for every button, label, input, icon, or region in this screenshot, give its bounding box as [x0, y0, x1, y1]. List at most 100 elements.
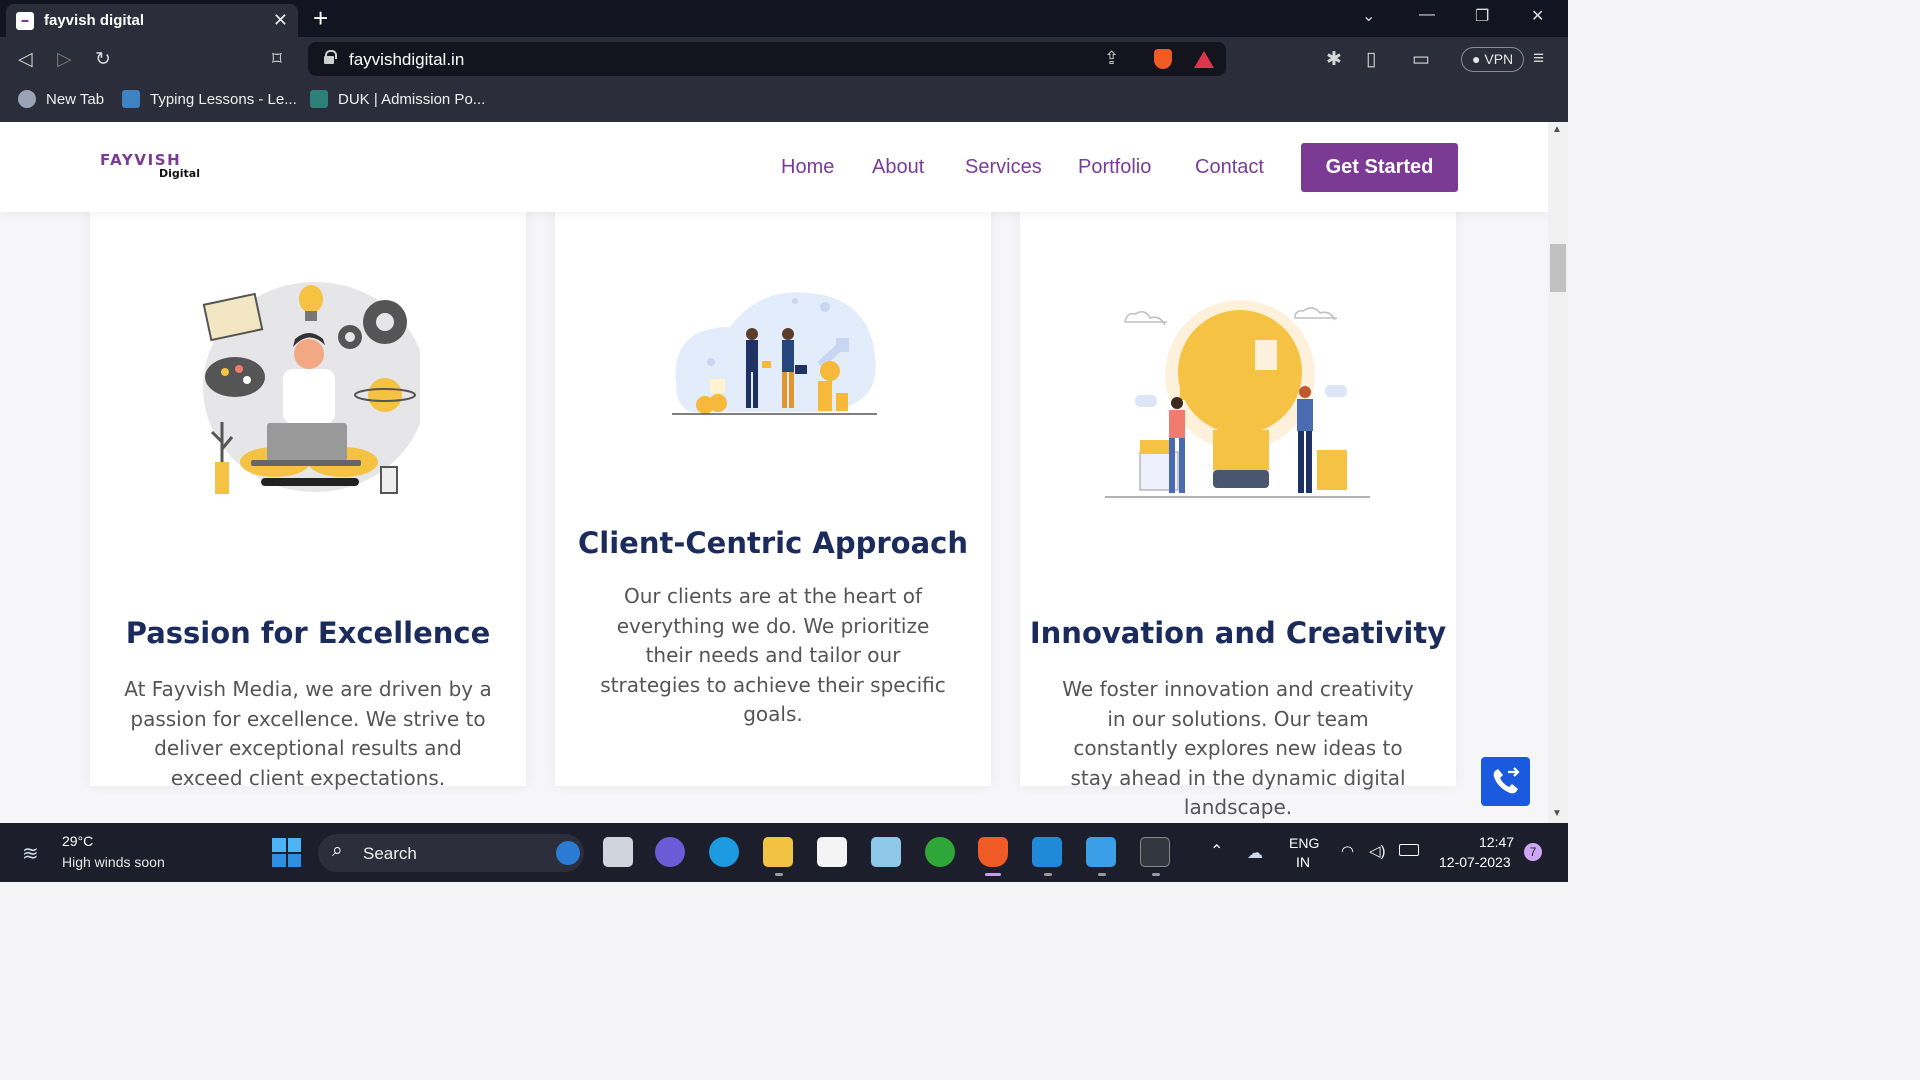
feature-card-passion: Passion for Excellence At Fayvish Media,… [90, 182, 526, 790]
bookmark-icon[interactable]: ⌑ [272, 48, 282, 71]
task-view-icon[interactable] [603, 837, 633, 867]
running-indicator [1098, 873, 1106, 876]
onedrive-icon[interactable]: ☁ [1247, 843, 1263, 863]
bing-icon[interactable] [556, 841, 580, 865]
page-scrollbar[interactable] [1548, 122, 1568, 823]
chevron-up-icon[interactable]: ⌃ [1210, 841, 1223, 861]
lock-icon [324, 50, 337, 64]
bookmark-label: DUK | Admission Po... [338, 90, 486, 108]
card-text: Our clients are at the heart of everythi… [600, 584, 946, 726]
brave-browser-icon[interactable] [978, 837, 1008, 867]
running-indicator [1044, 873, 1052, 876]
paint-app-icon[interactable] [1086, 837, 1116, 867]
nav-services[interactable]: Services [965, 156, 1042, 179]
brave-shield-icon[interactable] [1154, 49, 1172, 69]
xbox-icon[interactable] [925, 837, 955, 867]
battery-icon[interactable] [1399, 844, 1419, 856]
windows-taskbar: ≋ 29°C High winds soon ⌕ Search ⌃ ☁ ENG … [0, 823, 1568, 882]
nav-contact[interactable]: Contact [1195, 156, 1264, 179]
restore-button[interactable]: ❐ [1475, 6, 1489, 26]
notification-badge[interactable]: 7 [1524, 843, 1542, 861]
active-indicator [985, 873, 1001, 876]
clock-date[interactable]: 12-07-2023 [1439, 854, 1511, 870]
language-bottom[interactable]: IN [1296, 854, 1310, 870]
browser-tab[interactable]: ▬ fayvish digital ✕ [6, 4, 298, 37]
handshake-illustration [672, 292, 877, 415]
photos-icon[interactable] [871, 837, 901, 867]
phone-icon [1493, 767, 1520, 794]
language-top[interactable]: ENG [1289, 835, 1319, 851]
nav-portfolio[interactable]: Portfolio [1078, 156, 1151, 179]
tab-title: fayvish digital [44, 12, 145, 29]
tab-search-icon[interactable]: ⌄ [1362, 6, 1375, 26]
teams-chat-icon[interactable] [655, 837, 685, 867]
sidebar-icon[interactable]: ▯ [1366, 48, 1376, 71]
vpn-label: VPN [1484, 51, 1514, 67]
search-icon: ⌕ [332, 840, 343, 861]
card-text: We foster innovation and creativity in o… [1062, 677, 1414, 819]
bookmark-typing-lessons[interactable]: Typing Lessons - Le... [122, 90, 297, 108]
page-viewport: FAYVISH Digital Home About Services Port… [0, 122, 1548, 823]
address-bar[interactable]: fayvishdigital.in ⇪ [308, 42, 1226, 76]
wind-icon[interactable]: ≋ [22, 841, 39, 866]
forward-icon[interactable]: ▷ [57, 48, 72, 71]
brave-rewards-icon[interactable] [1194, 51, 1214, 68]
weather-temp[interactable]: 29°C [62, 833, 93, 849]
url-text: fayvishdigital.in [349, 50, 465, 69]
terminal-icon[interactable] [1140, 837, 1170, 867]
bookmark-label: Typing Lessons - Le... [150, 90, 297, 108]
close-icon[interactable]: ✕ [273, 10, 288, 31]
bookmark-label: New Tab [46, 90, 105, 108]
start-icon[interactable] [272, 838, 301, 867]
bookmarks-bar: New Tab Typing Lessons - Le... DUK | Adm… [0, 81, 1568, 122]
back-icon[interactable]: ◁ [18, 48, 33, 71]
call-button[interactable] [1481, 757, 1530, 806]
wifi-icon[interactable]: ◠ [1341, 842, 1354, 860]
reload-icon[interactable]: ↻ [95, 48, 111, 71]
scroll-down-icon[interactable]: ▼ [1552, 808, 1562, 819]
new-tab-button[interactable]: + [313, 4, 328, 32]
site-header: FAYVISH Digital Home About Services Port… [0, 122, 1548, 212]
running-indicator [1152, 873, 1160, 876]
weather-text[interactable]: High winds soon [62, 854, 165, 870]
scrollbar-thumb[interactable] [1550, 244, 1566, 292]
menu-icon[interactable]: ≡ [1533, 48, 1544, 70]
vscode-icon[interactable] [1032, 837, 1062, 867]
search-label: Search [363, 844, 417, 863]
wallet-icon[interactable]: ▭ [1412, 48, 1430, 71]
nav-about[interactable]: About [872, 156, 924, 179]
lightbulb-puzzle-illustration [1105, 300, 1370, 498]
browser-tab-bar: ▬ fayvish digital ✕ + ⌄ — ❐ ✕ [0, 0, 1568, 37]
bookmark-duk-admission[interactable]: DUK | Admission Po... [310, 90, 485, 108]
edge-icon[interactable] [709, 837, 739, 867]
clock-time[interactable]: 12:47 [1479, 834, 1514, 850]
close-window-button[interactable]: ✕ [1531, 6, 1544, 26]
share-icon[interactable]: ⇪ [1104, 48, 1119, 69]
vpn-button[interactable]: ● VPN [1461, 47, 1525, 72]
card-title: Client-Centric Approach [578, 526, 968, 560]
get-started-button[interactable]: Get Started [1301, 143, 1458, 192]
site-logo[interactable]: FAYVISH Digital [100, 151, 200, 180]
browser-toolbar: ◁ ▷ ↻ ⌑ fayvishdigital.in ⇪ ✱ ▯ ▭ ● VPN … [0, 37, 1568, 81]
globe-icon [18, 90, 36, 108]
feature-card-client-centric: Client-Centric Approach Our clients are … [555, 182, 991, 786]
minimize-button[interactable]: — [1419, 6, 1435, 24]
feature-card-innovation: Innovation and Creativity We foster inno… [1020, 182, 1456, 819]
file-explorer-icon[interactable] [763, 837, 793, 867]
volume-icon[interactable]: ◁) [1369, 842, 1386, 860]
logo-subtitle: Digital [159, 167, 200, 180]
site-favicon: ▬ [16, 11, 34, 30]
card-title: Passion for Excellence [125, 616, 491, 650]
bookmark-new-tab[interactable]: New Tab [18, 90, 104, 108]
taskbar-search[interactable]: ⌕ Search [318, 834, 584, 872]
microsoft-store-icon[interactable] [817, 837, 847, 867]
card-text: At Fayvish Media, we are driven by a pas… [124, 677, 492, 790]
creative-person-illustration [202, 282, 420, 494]
extensions-icon[interactable]: ✱ [1326, 48, 1342, 71]
scroll-up-icon[interactable]: ▲ [1552, 124, 1562, 135]
running-indicator [775, 873, 783, 876]
typing-site-icon [122, 90, 140, 108]
nav-home[interactable]: Home [781, 156, 834, 179]
duk-site-icon [310, 90, 328, 108]
card-title: Innovation and Creativity [1029, 616, 1447, 650]
